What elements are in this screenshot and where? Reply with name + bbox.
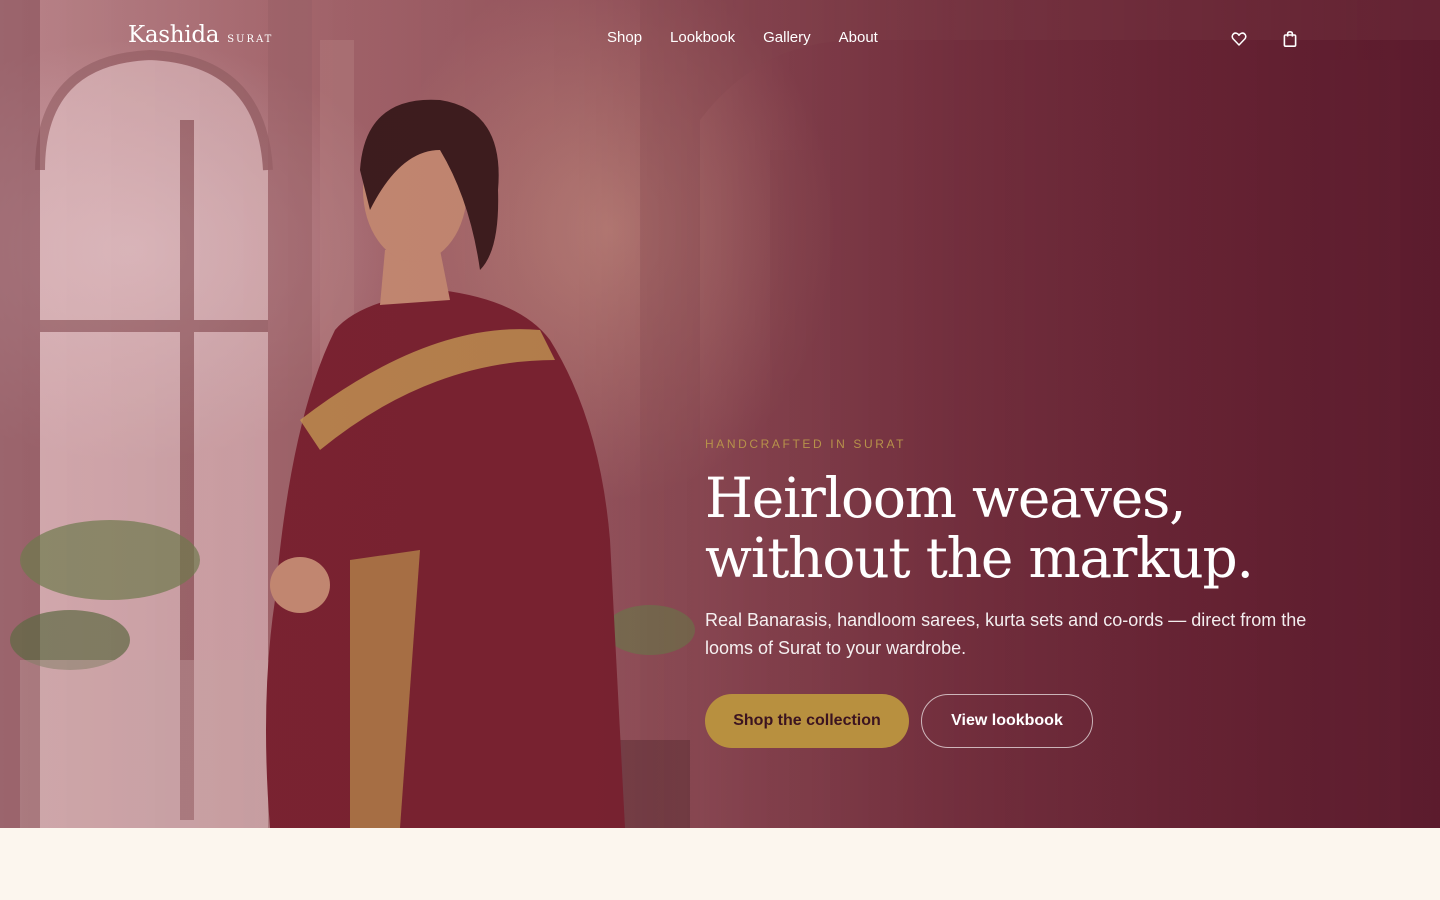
shop-collection-button[interactable]: Shop the collection	[705, 694, 909, 748]
cart-button[interactable]	[1279, 28, 1301, 50]
hero-subcopy: Real Banarasis, handloom sarees, kurta s…	[705, 610, 1307, 658]
hero-headline-line-2: without the markup.	[705, 526, 1254, 590]
nav-item-lookbook[interactable]: Lookbook	[670, 29, 735, 46]
wishlist-button[interactable]	[1228, 28, 1250, 50]
brand-name: Kashida	[128, 22, 220, 48]
nav-item-gallery[interactable]: Gallery	[763, 29, 811, 46]
site-header: Kashida SURAT Shop Lookbook Gallery Abou…	[0, 0, 1440, 76]
hero-headline-line-1: Heirloom weaves,	[705, 466, 1187, 530]
hero-headline: Heirloom weaves, without the markup.	[705, 468, 1345, 588]
below-hero-section	[0, 828, 1440, 900]
brand-logo[interactable]: Kashida SURAT	[128, 22, 273, 48]
nav-item-about[interactable]: About	[839, 29, 878, 46]
brand-tagline: SURAT	[227, 34, 274, 45]
view-lookbook-button[interactable]: View lookbook	[921, 694, 1093, 748]
heart-icon	[1231, 32, 1247, 46]
hero-eyebrow: HANDCRAFTED IN SURAT	[705, 437, 907, 451]
main-nav: Shop Lookbook Gallery About	[607, 29, 878, 46]
shopping-bag-icon	[1283, 30, 1297, 47]
nav-item-shop[interactable]: Shop	[607, 29, 642, 46]
